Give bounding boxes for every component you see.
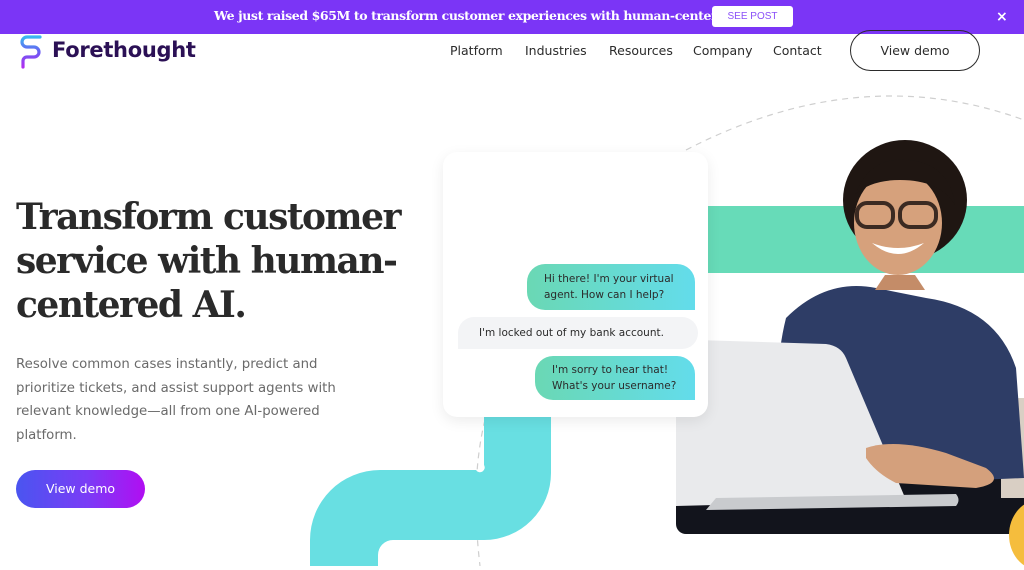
- woman-head-illustration: [843, 140, 967, 290]
- chat-message-user: I'm locked out of my bank account.: [458, 317, 698, 349]
- chat-line: I'm locked out of my bank account.: [479, 327, 664, 339]
- hero-subtitle-line: relevant knowledge—all from one AI-power…: [16, 404, 320, 419]
- hero-subtitle-line: Resolve common cases instantly, predict …: [16, 357, 318, 372]
- chat-widget-card: Hi there! I'm your virtual agent. How ca…: [443, 152, 708, 417]
- chat-message-bot: Hi there! I'm your virtual agent. How ca…: [527, 264, 695, 310]
- chat-line: Hi there! I'm your virtual: [544, 273, 674, 285]
- hero-subtitle-line: platform.: [16, 427, 77, 443]
- hero-subtitle: Resolve common cases instantly, predict …: [16, 353, 356, 447]
- hero-title-line: centered AI.: [16, 284, 247, 326]
- chat-line: What's your username?: [552, 380, 677, 392]
- hero-view-demo-button[interactable]: View demo: [16, 470, 145, 508]
- chat-line: agent. How can I help?: [544, 289, 665, 301]
- woman-with-laptop-illustration: [676, 278, 1024, 534]
- hero-title: Transform customer service with human- c…: [16, 195, 436, 327]
- hero-photo: [676, 278, 1024, 534]
- hero-title-line: service with human-: [16, 240, 398, 282]
- hero-subtitle-line: prioritize tickets, and assist support a…: [16, 380, 336, 396]
- chat-line: I'm sorry to hear that!: [552, 364, 669, 376]
- chat-message-bot: I'm sorry to hear that! What's your user…: [535, 356, 695, 400]
- hero-title-line: Transform customer: [16, 196, 401, 238]
